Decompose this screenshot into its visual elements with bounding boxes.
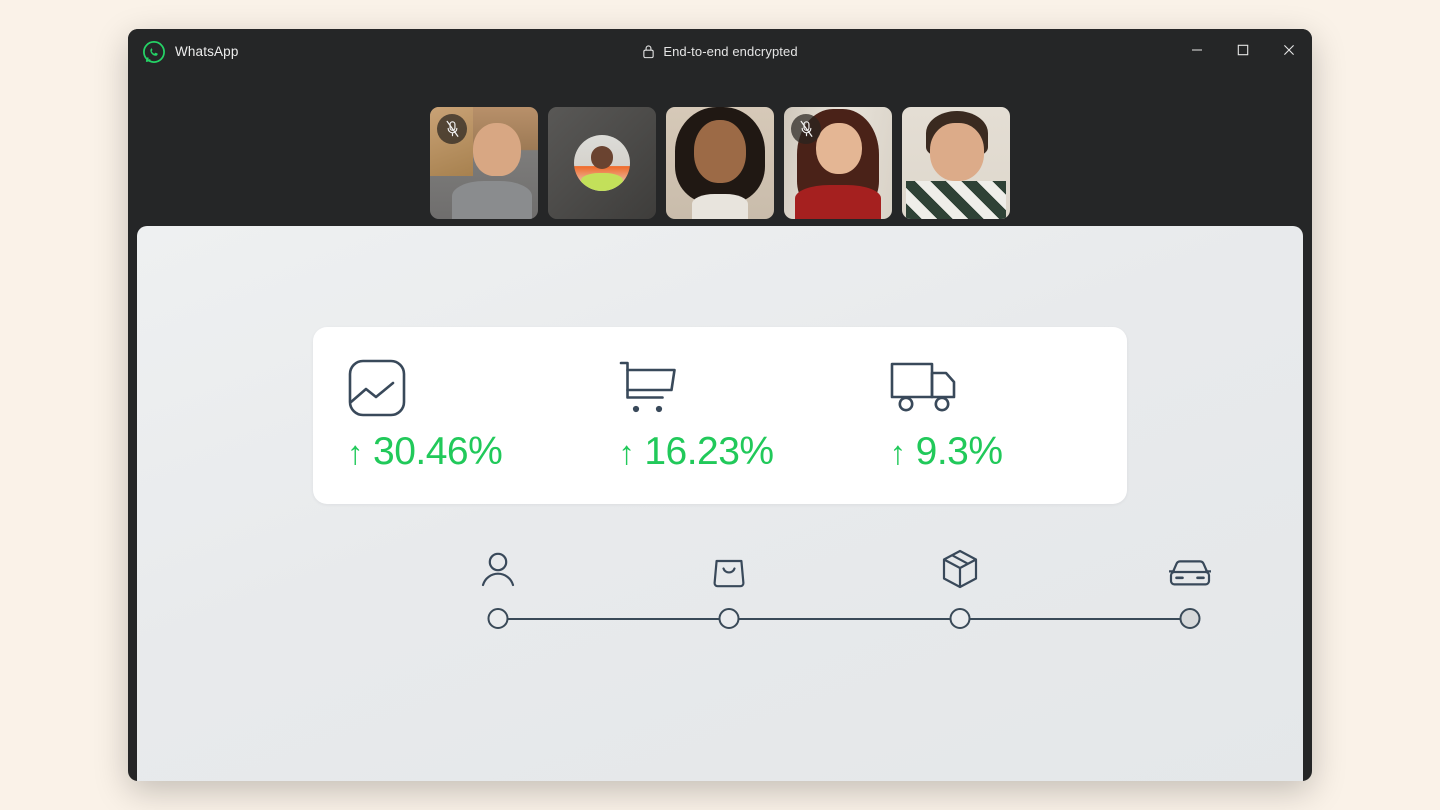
kpi-value-row: ↑ 30.46% <box>347 430 584 474</box>
maximize-icon <box>1237 43 1249 61</box>
encryption-indicator: End-to-end endcrypted <box>128 44 1312 59</box>
minimize-button[interactable] <box>1174 29 1220 74</box>
participant-tile-1[interactable] <box>430 107 538 219</box>
lock-icon <box>642 44 655 59</box>
avatar <box>574 135 630 191</box>
encryption-label: End-to-end endcrypted <box>663 44 798 59</box>
kpi-card: ↑ 30.46% ↑ 16.23% ↑ 9.3% <box>313 327 1127 504</box>
close-icon <box>1283 43 1295 61</box>
shared-screen-stage: ↑ 30.46% ↑ 16.23% ↑ 9.3% <box>137 226 1303 781</box>
mic-off-icon <box>437 114 467 144</box>
stepper-track <box>498 618 1194 620</box>
app-title: WhatsApp <box>175 44 239 59</box>
mic-off-icon <box>791 114 821 144</box>
participant-tile-4[interactable] <box>784 107 892 219</box>
participant-filmstrip <box>128 107 1312 221</box>
kpi-value: 30.46% <box>373 429 503 473</box>
stepper-node-4[interactable] <box>1179 608 1201 629</box>
package-box-icon <box>941 549 979 594</box>
stepper-icons <box>481 546 1213 594</box>
minimize-icon <box>1191 43 1203 61</box>
chart-image-icon <box>347 358 584 418</box>
arrow-up-icon: ↑ <box>889 433 907 471</box>
kpi-cart: ↑ 16.23% <box>584 327 855 504</box>
kpi-value-row: ↑ 9.3% <box>890 430 1127 474</box>
kpi-value-row: ↑ 16.23% <box>618 430 855 474</box>
kpi-value: 16.23% <box>644 429 774 473</box>
stepper-node-3[interactable] <box>949 608 971 629</box>
kpi-delivery: ↑ 9.3% <box>856 327 1127 504</box>
participant-tile-2[interactable] <box>548 107 656 219</box>
whatsapp-logo-icon <box>143 40 165 63</box>
kpi-value: 9.3% <box>915 429 1003 473</box>
window-controls <box>1174 29 1312 74</box>
participant-video-5 <box>902 107 1010 219</box>
kpi-conversion: ↑ 30.46% <box>313 327 584 504</box>
whatsapp-call-window: WhatsApp End-to-end endcrypted ↑ 30.46% … <box>128 29 1312 781</box>
close-button[interactable] <box>1266 29 1312 74</box>
stepper-node-1[interactable] <box>487 608 509 629</box>
titlebar-left: WhatsApp <box>128 40 239 63</box>
participant-video-3 <box>666 107 774 219</box>
shopping-cart-icon <box>618 358 855 418</box>
delivery-truck-icon <box>890 358 1127 418</box>
arrow-up-icon: ↑ <box>618 433 635 471</box>
participant-tile-3[interactable] <box>666 107 774 219</box>
stepper-node-2[interactable] <box>718 608 740 629</box>
person-icon <box>481 551 515 594</box>
journey-stepper <box>481 546 1213 636</box>
participant-tile-5[interactable] <box>902 107 1010 219</box>
titlebar: WhatsApp End-to-end endcrypted <box>128 29 1312 74</box>
car-icon <box>1167 559 1213 594</box>
maximize-button[interactable] <box>1220 29 1266 74</box>
arrow-up-icon: ↑ <box>347 433 364 471</box>
shopping-bag-icon <box>712 555 746 594</box>
